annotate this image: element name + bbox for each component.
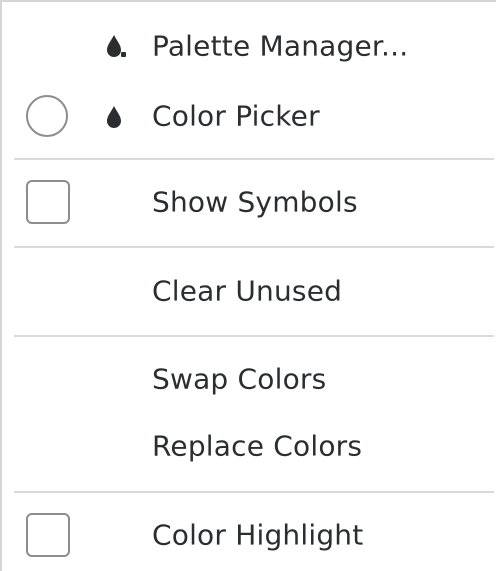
show-symbols-checkbox[interactable] bbox=[26, 180, 70, 224]
color-highlight-checkbox[interactable] bbox=[26, 513, 70, 557]
color-picker-radio[interactable] bbox=[26, 95, 68, 137]
menu-item-label: Swap Colors bbox=[152, 362, 327, 396]
menu-item-label: Palette Manager... bbox=[152, 29, 409, 63]
separator bbox=[14, 246, 494, 248]
menu-item-palette-manager[interactable]: Palette Manager... bbox=[2, 16, 496, 76]
menu-item-label: Show Symbols bbox=[152, 185, 358, 219]
separator bbox=[14, 491, 494, 493]
palette-drop-icon bbox=[102, 32, 128, 60]
menu-item-label: Color Highlight bbox=[152, 518, 364, 552]
menu-item-replace-colors[interactable]: Replace Colors bbox=[2, 416, 496, 476]
menu-item-label: Replace Colors bbox=[152, 429, 363, 463]
context-menu: Palette Manager... Color Picker Show Sym… bbox=[0, 0, 496, 571]
separator bbox=[14, 335, 494, 337]
menu-item-label: Clear Unused bbox=[152, 274, 343, 308]
menu-item-swap-colors[interactable]: Swap Colors bbox=[2, 349, 496, 409]
separator bbox=[14, 158, 494, 160]
menu-item-clear-unused[interactable]: Clear Unused bbox=[2, 261, 496, 321]
menu-item-show-symbols[interactable]: Show Symbols bbox=[2, 172, 496, 232]
menu-item-color-highlight[interactable]: Color Highlight bbox=[2, 505, 496, 565]
menu-item-label: Color Picker bbox=[152, 99, 320, 133]
menu-item-color-picker[interactable]: Color Picker bbox=[2, 86, 496, 146]
color-drop-icon bbox=[102, 102, 128, 130]
